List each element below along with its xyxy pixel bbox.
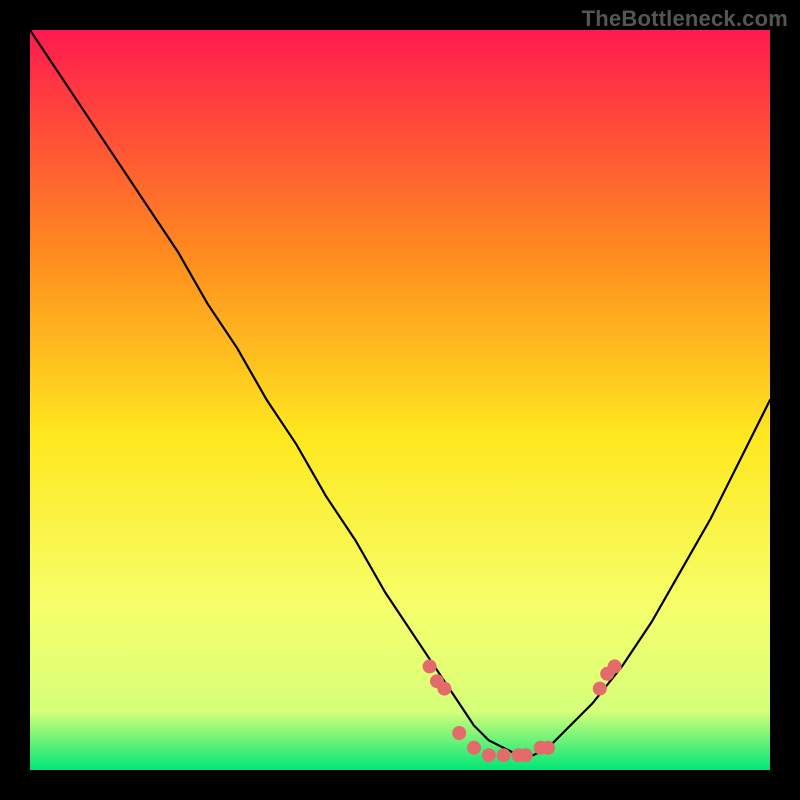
marker-dot <box>519 748 533 762</box>
watermark-label: TheBottleneck.com <box>582 6 788 32</box>
plot-background <box>30 30 770 770</box>
marker-dot <box>467 741 481 755</box>
marker-dot <box>608 659 622 673</box>
chart-svg <box>30 30 770 770</box>
chart-container: TheBottleneck.com <box>0 0 800 800</box>
marker-dot <box>497 748 511 762</box>
marker-dot <box>437 682 451 696</box>
marker-dot <box>593 682 607 696</box>
marker-dot <box>423 659 437 673</box>
marker-dot <box>452 726 466 740</box>
marker-dot <box>482 748 496 762</box>
marker-dot <box>541 741 555 755</box>
